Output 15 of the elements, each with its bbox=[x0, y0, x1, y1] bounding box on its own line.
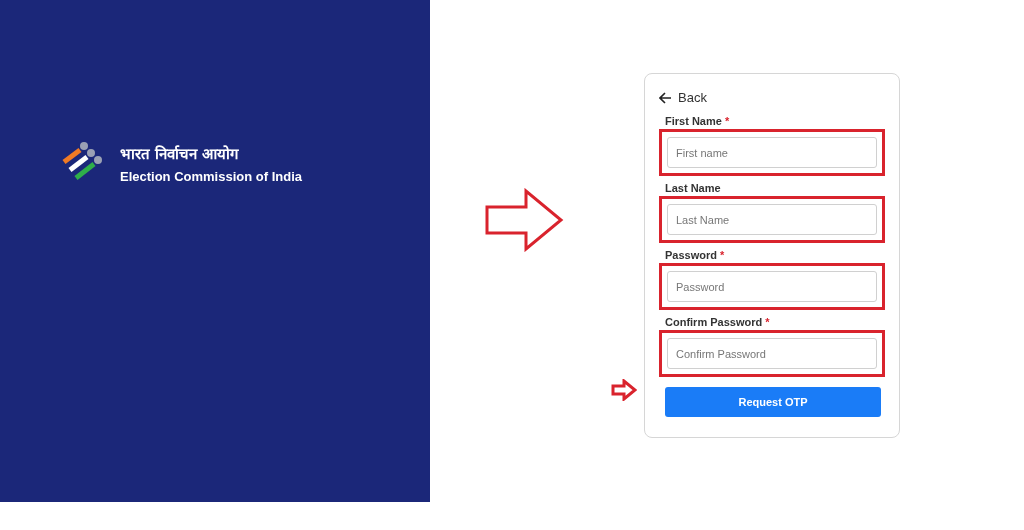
arrow-icon bbox=[611, 379, 637, 401]
field-label: Confirm Password * bbox=[665, 316, 771, 328]
back-arrow-icon bbox=[659, 91, 672, 104]
input-field[interactable]: First name bbox=[667, 137, 877, 168]
field-label: Password * bbox=[665, 249, 726, 261]
input-field[interactable]: Password bbox=[667, 271, 877, 302]
brand-subtitle: Election Commission of India bbox=[120, 168, 303, 184]
arrow-icon bbox=[484, 188, 564, 252]
field-label: Last Name bbox=[665, 182, 722, 194]
input-field[interactable]: Last Name bbox=[667, 204, 877, 235]
input-field[interactable]: Confirm Password bbox=[667, 338, 877, 369]
brand-title: भारत निर्वाचन आयोग bbox=[120, 143, 240, 163]
request-otp-button[interactable]: Request OTP bbox=[665, 387, 881, 417]
back-button[interactable]: Back bbox=[659, 90, 707, 105]
field-label: First Name * bbox=[665, 115, 731, 127]
